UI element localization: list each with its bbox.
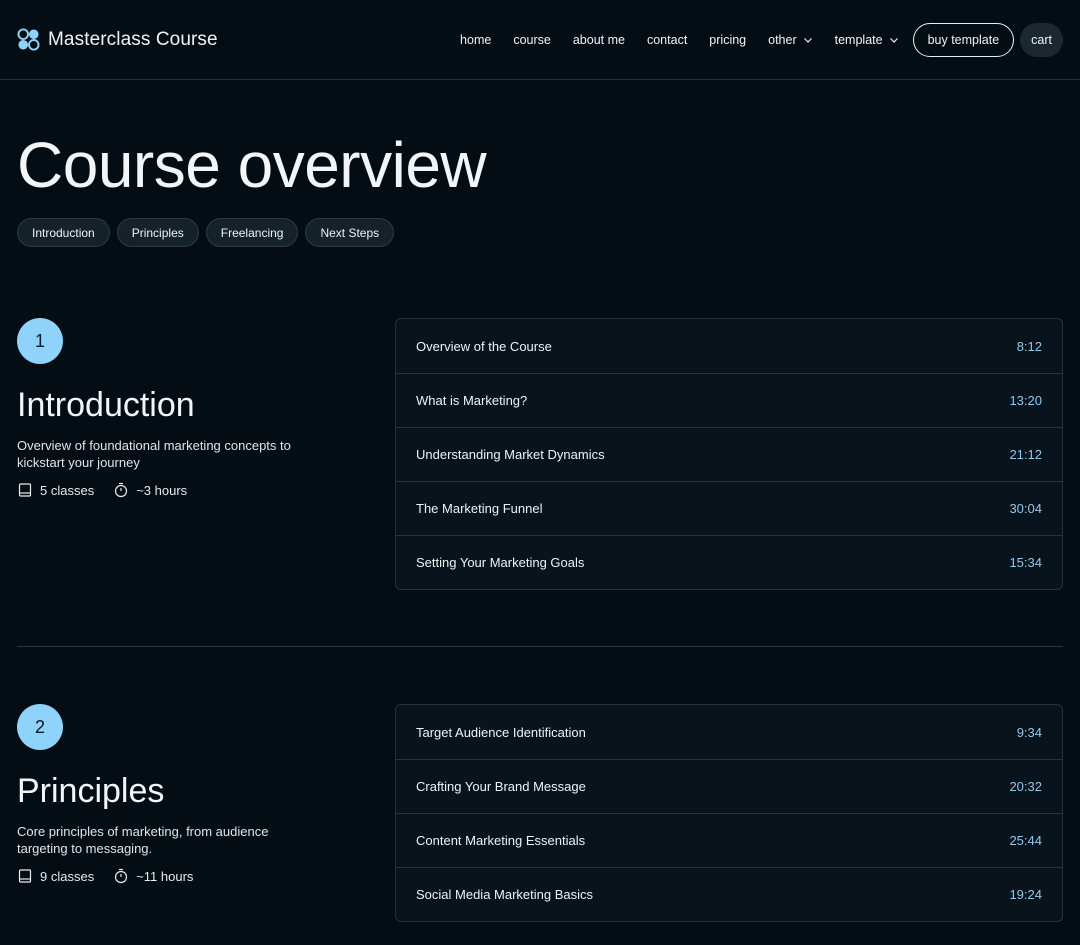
lesson-title: Setting Your Marketing Goals [416,555,585,570]
lesson-duration: 8:12 [1016,338,1042,354]
lesson-list: Overview of the Course 8:12 What is Marke… [395,318,1063,590]
pill-introduction[interactable]: Introduction [17,218,110,247]
duration-label: ~3 hours [136,482,188,498]
logo-icon [17,28,40,51]
section-description: Overview of foundational marketing conce… [17,438,291,470]
brand[interactable]: Masterclass Course [17,28,218,51]
lesson-duration: 19:24 [1009,887,1042,902]
pill-principles[interactable]: Principles [116,218,199,247]
lesson-row[interactable]: Setting Your Marketing Goals 15:34 [396,535,1062,589]
duration-label: ~11 hours [136,868,194,884]
section-description: Core principles of marketing, from audie… [17,824,269,856]
class-count: 5 classes [17,482,94,498]
lesson-duration: 25:44 [1009,833,1042,848]
lesson-title: Social Media Marketing Basics [416,887,594,902]
nav-home[interactable]: home [460,33,491,47]
timer-icon [115,868,128,884]
nav-pricing[interactable]: pricing [709,33,746,47]
nav-contact[interactable]: contact [647,33,687,47]
lesson-row[interactable]: Target Audience Identification 9:34 [396,705,1062,759]
chevron-down-icon [889,37,898,43]
nav-other-label: other [768,32,797,47]
section-meta: 9 classes ~11 hours [17,868,206,884]
main-nav: home course about me contact pricing oth… [460,22,1063,57]
book-icon [18,483,32,497]
lesson-duration: 20:32 [1009,779,1042,794]
lesson-row[interactable]: Overview of the Course 8:12 [396,319,1062,373]
lesson-title: Understanding Market Dynamics [416,447,605,462]
page-title: Course overview [17,129,487,201]
nav-template-dropdown[interactable]: template [835,33,899,47]
nav-course[interactable]: course [513,33,551,47]
brand-name: Masterclass Course [48,28,218,50]
lesson-row[interactable]: What is Marketing? 13:20 [396,373,1062,427]
section-pills: Introduction Principles Freelancing Next… [17,218,395,247]
timer-icon [115,482,128,498]
top-nav-bar: Masterclass Course home course about me … [0,0,1080,80]
lesson-row[interactable]: Social Media Marketing Basics 19:24 [396,867,1062,921]
section-divider [17,646,1063,647]
nav-other-dropdown[interactable]: other [768,33,813,47]
lesson-duration: 13:20 [1009,393,1042,408]
duration: ~3 hours [113,482,187,498]
nav-template-label: template [834,32,883,47]
lesson-title: Crafting Your Brand Message [416,779,586,794]
lesson-duration: 9:34 [1016,724,1042,740]
section-title: Introduction [17,386,195,424]
lesson-row[interactable]: Crafting Your Brand Message 20:32 [396,759,1062,813]
section-number-badge: 1 [17,318,63,364]
cart-button[interactable]: cart [1020,22,1063,57]
lesson-title: Content Marketing Essentials [416,833,586,848]
lesson-title: Target Audience Identification [416,724,586,740]
section-number-badge: 2 [17,704,63,750]
lesson-list: Target Audience Identification 9:34 Craft… [395,704,1063,922]
lesson-duration: 30:04 [1009,501,1042,516]
lesson-duration: 15:34 [1009,555,1042,570]
chevron-down-icon [803,37,812,43]
lesson-row[interactable]: The Marketing Funnel 30:04 [396,481,1062,535]
section-title: Principles [17,772,165,810]
lesson-row[interactable]: Content Marketing Essentials 25:44 [396,813,1062,867]
lesson-title: What is Marketing? [416,393,528,408]
buy-template-button[interactable]: buy template [912,22,1015,57]
lesson-row[interactable]: Understanding Market Dynamics 21:12 [396,427,1062,481]
class-count-label: 5 classes [40,482,95,498]
class-count: 9 classes [17,868,94,884]
lesson-duration: 21:12 [1009,447,1042,462]
pill-freelancing[interactable]: Freelancing [205,218,299,247]
duration: ~11 hours [113,868,193,884]
lesson-title: Overview of the Course [416,338,552,354]
nav-about-me[interactable]: about me [573,33,625,47]
class-count-label: 9 classes [40,868,95,884]
pill-next-steps[interactable]: Next Steps [305,218,395,247]
lesson-title: The Marketing Funnel [416,501,543,516]
book-icon [18,869,32,883]
section-meta: 5 classes ~3 hours [17,482,200,498]
